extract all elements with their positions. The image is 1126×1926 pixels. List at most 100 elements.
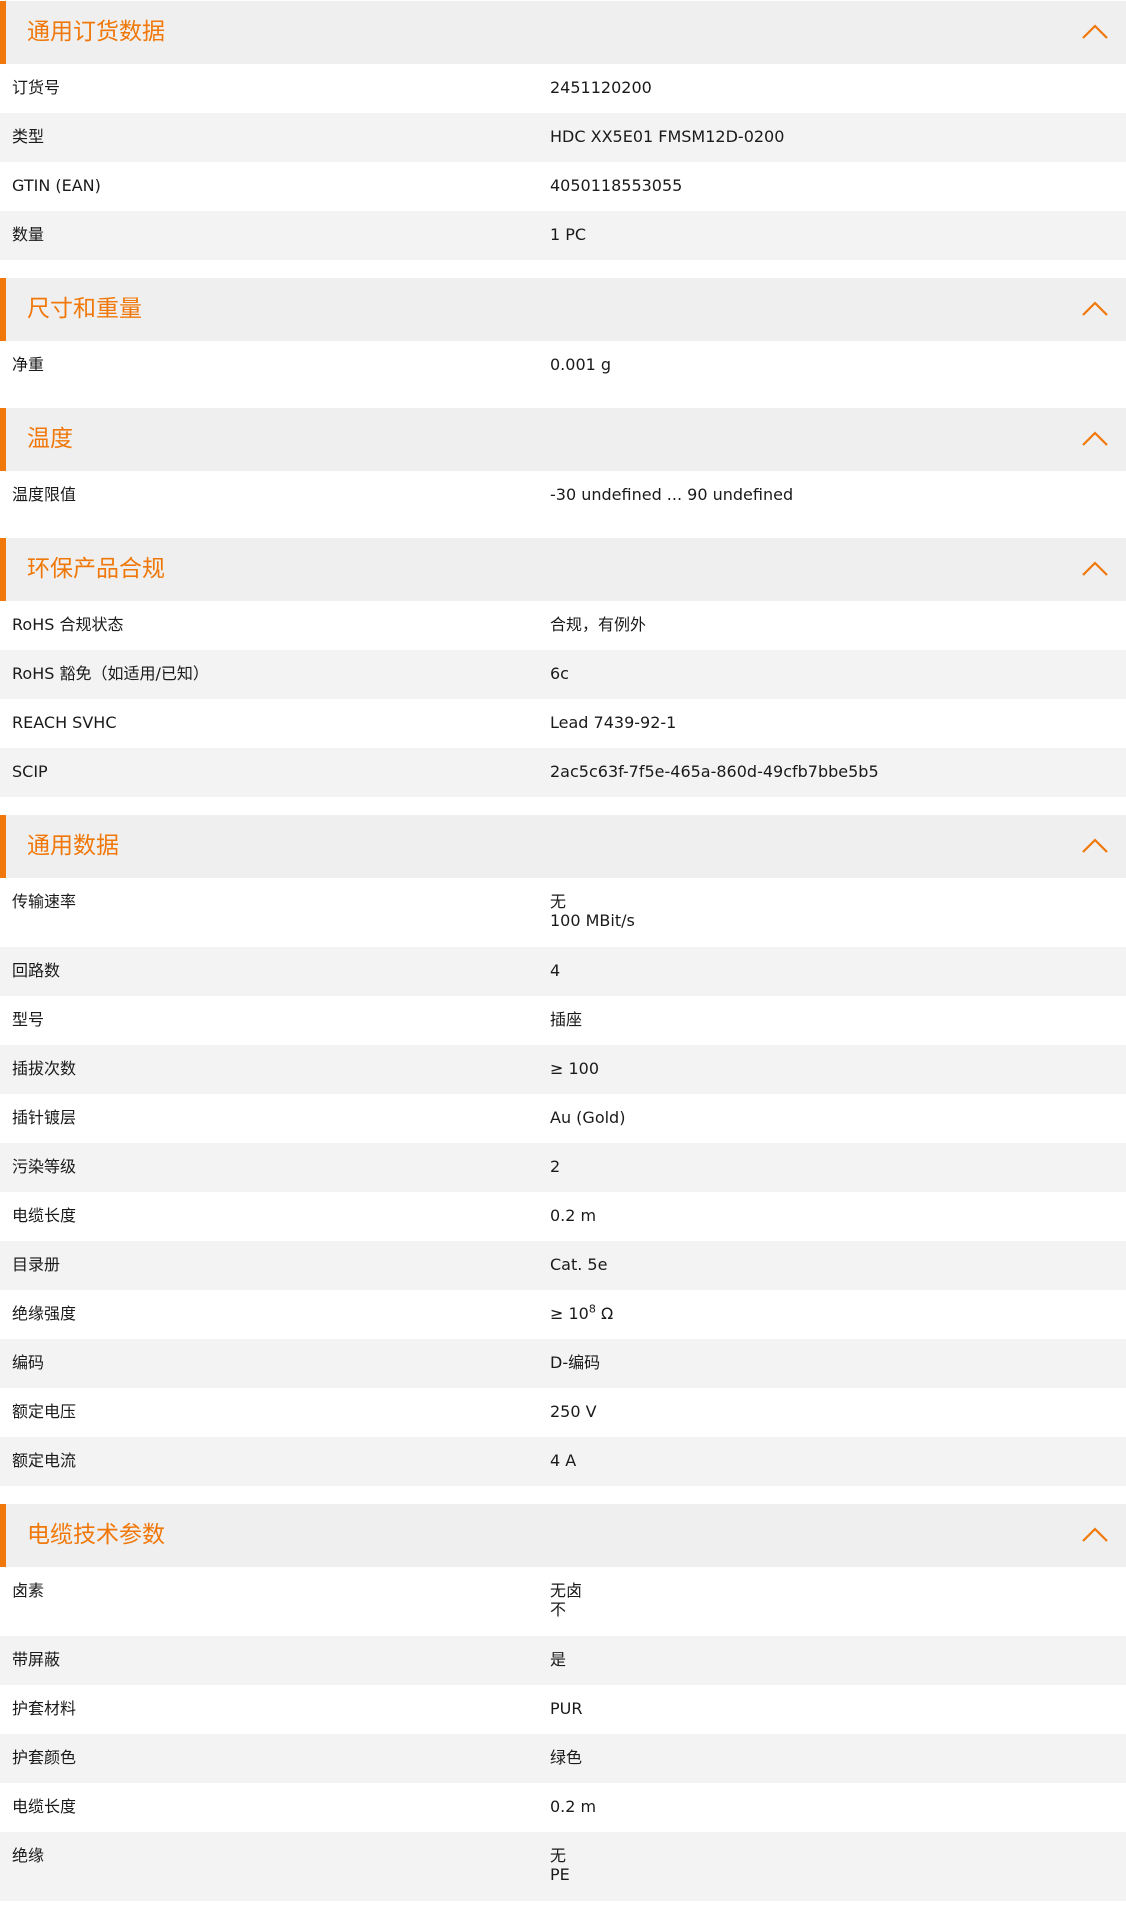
chevron-up-icon[interactable]	[1080, 557, 1110, 581]
row-label: 数量	[12, 225, 45, 244]
row-label: 净重	[12, 355, 45, 374]
row-value: 合规，有例外	[550, 615, 647, 634]
table-row: 卤素 无卤 不	[0, 1567, 1126, 1636]
row-value: PUR	[550, 1699, 583, 1718]
value-unit: Ω	[595, 1304, 614, 1323]
table-row: 护套材料 PUR	[0, 1685, 1126, 1734]
row-label: 额定电压	[12, 1402, 77, 1421]
table-row: 护套颜色 绿色	[0, 1734, 1126, 1783]
row-value: Au (Gold)	[550, 1108, 626, 1127]
row-label: 绝缘强度	[12, 1304, 77, 1323]
section-title: 尺寸和重量	[27, 296, 142, 322]
table-row: 数量 1 PC	[0, 211, 1126, 260]
section-header-general-data[interactable]: 通用数据	[0, 815, 1126, 878]
row-label: 电缆长度	[12, 1206, 77, 1225]
row-value: 4050118553055	[550, 176, 683, 195]
row-label: 绝缘	[12, 1846, 45, 1865]
value-base: ≥ 10	[550, 1304, 589, 1323]
table-row: 编码 D-编码	[0, 1339, 1126, 1388]
row-label: 护套材料	[12, 1699, 77, 1718]
row-value: 250 V	[550, 1402, 597, 1421]
section-temperature: 温度温度限值 -30 undefined ... 90 undefined	[0, 408, 1126, 520]
row-value: 无 100 MBit/s	[550, 892, 635, 930]
row-value: 4 A	[550, 1451, 577, 1470]
section-general-data: 通用数据传输速率 无 100 MBit/s 回路数 4 型号 插座插拔次数 ≥ 100 插针镀…	[0, 815, 1126, 1486]
row-value: 插座	[550, 1010, 583, 1029]
table-row: 污染等级 2	[0, 1143, 1126, 1192]
row-label: 类型	[12, 127, 45, 146]
table-row: GTIN (EAN) 4050118553055	[0, 162, 1126, 211]
row-label: 目录册	[12, 1255, 61, 1274]
row-value: 0.001 g	[550, 355, 612, 374]
table-row: 绝缘强度 ≥ 108 Ω	[0, 1290, 1126, 1339]
table-row: RoHS 合规状态 合规，有例外	[0, 601, 1126, 650]
section-title: 环保产品合规	[27, 556, 165, 582]
table-row: 型号 插座	[0, 996, 1126, 1045]
row-label: 传输速率	[12, 892, 77, 911]
row-label: 护套颜色	[12, 1748, 77, 1767]
section-header-temperature[interactable]: 温度	[0, 408, 1126, 471]
row-value: 2ac5c63f-7f5e-465a-860d-49cfb7bbe5b5	[550, 762, 879, 781]
row-label: RoHS 合规状态	[12, 615, 124, 634]
row-label: 回路数	[12, 961, 61, 980]
table-row: 电缆长度 0.2 m	[0, 1783, 1126, 1832]
table-row: 传输速率 无 100 MBit/s	[0, 878, 1126, 947]
chevron-up-icon[interactable]	[1080, 297, 1110, 321]
section-cable-technical: 电缆技术参数卤素 无卤 不带屏蔽 是护套材料 PUR 护套颜色 绿色电缆长度 0.2 m 绝缘…	[0, 1504, 1126, 1901]
section-header-cable-technical[interactable]: 电缆技术参数	[0, 1504, 1126, 1567]
row-value: D-编码	[550, 1353, 601, 1372]
product-data-page: 通用订货数据订货号 2451120200 类型 HDC XX5E01 FMSM12D-…	[0, 0, 1126, 1901]
row-value: 是	[550, 1650, 567, 1669]
chevron-up-icon[interactable]	[1080, 427, 1110, 451]
section-header-general-ordering[interactable]: 通用订货数据	[0, 1, 1126, 64]
row-label: 插针镀层	[12, 1108, 77, 1127]
section-environmental-compliance: 环保产品合规 RoHS 合规状态 合规，有例外 RoHS 豁免（如适用/已知） 6c RE…	[0, 538, 1126, 797]
row-value: 4	[550, 961, 561, 980]
section-title: 电缆技术参数	[27, 1522, 165, 1548]
table-row: RoHS 豁免（如适用/已知） 6c	[0, 650, 1126, 699]
row-value: 0.2 m	[550, 1797, 597, 1816]
table-row: 目录册 Cat. 5e	[0, 1241, 1126, 1290]
row-label: 卤素	[12, 1581, 45, 1600]
row-value: Cat. 5e	[550, 1255, 608, 1274]
row-label: SCIP	[12, 762, 48, 781]
table-row: REACH SVHC Lead 7439-92-1	[0, 699, 1126, 748]
section-title: 温度	[27, 426, 73, 452]
section-header-environmental-compliance[interactable]: 环保产品合规	[0, 538, 1126, 601]
table-row: 绝缘 无 PE	[0, 1832, 1126, 1901]
row-label: 污染等级	[12, 1157, 77, 1176]
row-label: 插拔次数	[12, 1059, 77, 1078]
chevron-up-icon[interactable]	[1080, 1523, 1110, 1547]
section-header-dimensions-weight[interactable]: 尺寸和重量	[0, 278, 1126, 341]
row-value: 1 PC	[550, 225, 587, 244]
table-row: SCIP 2ac5c63f-7f5e-465a-860d-49cfb7bbe5b5	[0, 748, 1126, 797]
table-row: 类型 HDC XX5E01 FMSM12D-0200	[0, 113, 1126, 162]
row-label: 电缆长度	[12, 1797, 77, 1816]
table-row: 额定电流 4 A	[0, 1437, 1126, 1486]
row-value: HDC XX5E01 FMSM12D-0200	[550, 127, 785, 146]
row-value: 6c	[550, 664, 569, 683]
table-row: 订货号 2451120200	[0, 64, 1126, 113]
row-label: 订货号	[12, 78, 61, 97]
row-value: 0.2 m	[550, 1206, 597, 1225]
row-label: 额定电流	[12, 1451, 77, 1470]
row-label: 型号	[12, 1010, 45, 1029]
chevron-up-icon[interactable]	[1080, 834, 1110, 858]
table-row: 插拔次数 ≥ 100	[0, 1045, 1126, 1094]
row-value: 无 PE	[550, 1846, 570, 1884]
row-label: 带屏蔽	[12, 1650, 61, 1669]
row-value: 2451120200	[550, 78, 652, 97]
section-general-ordering: 通用订货数据订货号 2451120200 类型 HDC XX5E01 FMSM12D-…	[0, 1, 1126, 260]
table-row: 回路数 4	[0, 947, 1126, 996]
row-label: GTIN (EAN)	[12, 176, 101, 195]
row-label: 编码	[12, 1353, 45, 1372]
section-title: 通用数据	[27, 833, 119, 859]
chevron-up-icon[interactable]	[1080, 20, 1110, 44]
table-row: 净重 0.001 g	[0, 341, 1126, 390]
table-row: 额定电压 250 V	[0, 1388, 1126, 1437]
row-value: ≥ 100	[550, 1059, 600, 1078]
row-value: -30 undefined ... 90 undefined	[550, 485, 794, 504]
row-value: 2	[550, 1157, 561, 1176]
table-row: 温度限值 -30 undefined ... 90 undefined	[0, 471, 1126, 520]
table-row: 带屏蔽 是	[0, 1636, 1126, 1685]
